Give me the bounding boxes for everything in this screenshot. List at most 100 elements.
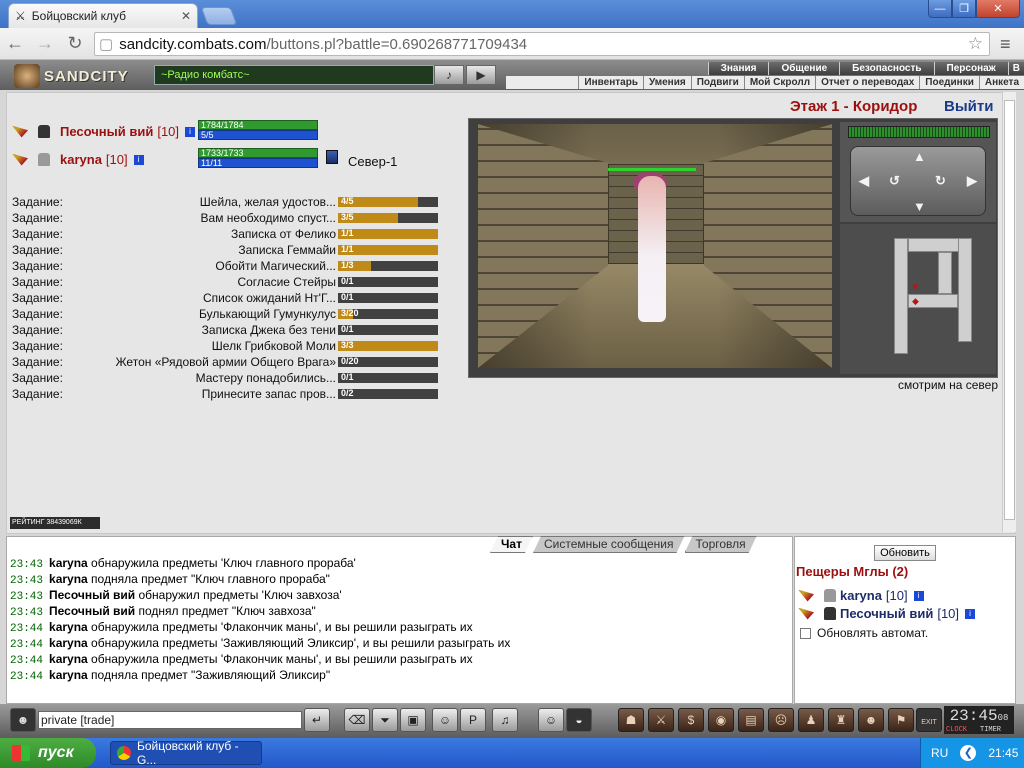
task-text[interactable]: Жетон «Рядовой армии Общего Врага» [76,355,337,369]
chat-time[interactable]: 23:44 [10,639,43,651]
tab-system-messages[interactable]: Системные сообщения [533,536,685,553]
tab-trade[interactable]: Торговля [685,536,757,553]
submenu-item[interactable]: Поединки [919,76,979,89]
sword-skill-icon[interactable]: ⚔ [648,708,674,732]
people-icon[interactable]: ☺ [432,708,458,732]
team-icon[interactable]: ♟ [798,708,824,732]
window-close-button[interactable]: ✕ [976,0,1020,18]
minimize-button[interactable]: — [928,0,952,18]
chat-user[interactable]: karyna [49,556,88,570]
map-icon[interactable]: ▤ [738,708,764,732]
emoticon-icon[interactable]: ☺ [538,708,564,732]
arrow-down-icon[interactable]: ▼ [913,199,926,214]
back-icon[interactable]: ← [4,34,26,54]
taskbar-item-browser[interactable]: Бойцовский клуб - G... [110,739,262,767]
turn-right-icon[interactable]: ↻ [935,173,946,189]
volume-icon[interactable]: ♪ [434,65,464,85]
attack-icon[interactable] [798,607,814,620]
tab-chat[interactable]: Чат [490,536,533,553]
start-button[interactable]: пуск [0,738,96,768]
chat-time[interactable]: 23:43 [10,591,43,603]
task-text[interactable]: Согласие Стейры [76,275,336,289]
chat-time[interactable]: 23:44 [10,623,43,635]
coins-icon[interactable]: ◉ [708,708,734,732]
chat-user[interactable]: karyna [49,636,88,650]
chat-time[interactable]: 23:43 [10,607,43,619]
menu-item[interactable]: Общение [768,62,840,75]
menu-item[interactable]: В [1007,62,1024,75]
helmet-icon[interactable]: ◒ [566,708,592,732]
private-icon[interactable]: P [460,708,486,732]
chat-user[interactable]: karyna [49,572,88,586]
chat-user[interactable]: karyna [49,620,88,634]
reload-icon[interactable]: ↻ [64,34,86,54]
scroll-icon[interactable]: ☗ [618,708,644,732]
language-indicator[interactable]: RU [931,746,948,760]
filter-icon[interactable]: ⏷ [372,708,398,732]
submenu-item[interactable]: Инвентарь [578,76,643,89]
task-text[interactable]: Принесите запас пров... [76,387,336,401]
network-icon[interactable]: ❮ [960,745,977,761]
smile-face-icon[interactable]: ☻ [10,708,36,732]
star-icon[interactable]: ☆ [968,34,983,54]
auto-refresh-checkbox[interactable] [800,627,811,639]
arrow-left-icon[interactable]: ◀ [859,173,869,189]
browser-tab[interactable]: ⚔ Бойцовский клуб ✕ [8,3,198,28]
turn-left-icon[interactable]: ↺ [889,173,900,189]
arrow-right-icon[interactable]: ▶ [967,173,977,189]
maximize-button[interactable]: ❐ [952,0,976,18]
sound-icon[interactable]: ♫ [492,708,518,732]
member-name[interactable]: Песочный вий [840,606,933,621]
chat-time[interactable]: 23:44 [10,655,43,667]
forward-icon[interactable]: → [34,34,56,54]
task-text[interactable]: Обойти Магический... [76,259,336,273]
task-text[interactable]: Записка от Фелико [76,227,336,241]
character-figure[interactable] [638,176,666,322]
new-tab-button[interactable] [200,7,238,25]
task-text[interactable]: Шелк Грибковой Моли [76,339,336,353]
chat-time[interactable]: 23:43 [10,575,43,587]
chat-user[interactable]: karyna [49,668,88,682]
info-icon[interactable]: i [965,608,976,619]
menu-item[interactable]: Знания [707,62,769,75]
eraser-icon[interactable]: ⌫ [344,708,370,732]
chat-user[interactable]: karyna [49,652,88,666]
dungeon-scene[interactable] [478,124,832,368]
submenu-item[interactable]: Анкета [978,76,1024,89]
chat-user[interactable]: Песочный вий [49,604,135,618]
castle-icon[interactable]: ♜ [828,708,854,732]
task-text[interactable]: Записка Джека без тени [76,323,336,337]
chat-user[interactable]: Песочный вий [49,588,135,602]
submenu-item[interactable]: Мой Скролл [743,76,815,89]
submenu-item[interactable]: Отчет о переводах [815,76,919,89]
player-name[interactable]: Песочный вий [60,124,153,139]
send-icon[interactable]: ↵ [304,708,330,732]
menu-icon[interactable]: ≡ [1000,34,1011,55]
chat-time[interactable]: 23:43 [10,559,43,571]
save-log-icon[interactable]: ▣ [400,708,426,732]
submenu-item[interactable]: Умения [642,76,691,89]
menu-item[interactable]: Безопасность [839,62,934,75]
player-name[interactable]: karyna [60,152,102,167]
attack-icon[interactable] [12,153,28,166]
arrow-up-icon[interactable]: ▲ [913,149,926,164]
task-text[interactable]: Вам необходимо спуст... [76,211,336,225]
attack-icon[interactable] [12,125,28,138]
close-tab-icon[interactable]: ✕ [181,9,191,23]
address-bar[interactable]: ▢ sandcity.combats.com /buttons.pl?battl… [94,32,990,56]
task-text[interactable]: Список ожиданий Нт'Г... [76,291,336,305]
exit-link[interactable]: Выйти [944,98,993,115]
bag-icon[interactable]: $ [678,708,704,732]
flag-icon[interactable]: ⚑ [888,708,914,732]
task-text[interactable]: Записка Геммайи [76,243,336,257]
chat-time[interactable]: 23:44 [10,671,43,683]
task-text[interactable]: Булькающий Гумункулус [76,307,336,321]
submenu-item[interactable]: Подвиги [690,76,744,89]
main-scrollbar[interactable] [1002,92,1016,532]
task-text[interactable]: Шейла, желая удостов... [76,195,336,209]
exit-icon[interactable]: EXIT [916,708,942,732]
info-icon[interactable]: i [913,590,924,601]
friends-icon[interactable]: ☻ [858,708,884,732]
play-icon[interactable]: ▶ [466,65,496,85]
auto-refresh[interactable]: Обновлять автомат. [800,626,928,640]
